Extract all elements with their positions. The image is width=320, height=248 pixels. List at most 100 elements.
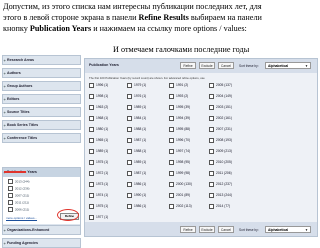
checkbox[interactable]	[8, 186, 13, 191]
year-option[interactable]: 2014 (77)	[209, 203, 253, 210]
panel-conference-titles[interactable]: Conference Titles	[2, 133, 81, 143]
year-option[interactable]: 1998 (95)	[169, 159, 213, 166]
year-option[interactable]: 2004 (149)	[209, 93, 253, 100]
checkbox[interactable]	[169, 82, 174, 88]
refine-button[interactable]: Refine	[180, 62, 196, 69]
year-option[interactable]: 2003 (151)	[209, 104, 253, 111]
checkbox[interactable]	[127, 137, 132, 143]
year-option[interactable]: 2007 (231)	[209, 126, 253, 133]
checkbox[interactable]	[127, 82, 132, 88]
checkbox[interactable]	[89, 159, 94, 165]
refine-button-bottom[interactable]: Refine	[180, 226, 196, 233]
year-option[interactable]: 1995 (39)	[169, 104, 213, 111]
year-option[interactable]: 1997 (74)	[169, 148, 213, 155]
checkbox[interactable]	[169, 137, 174, 143]
checkbox[interactable]	[127, 170, 132, 176]
panel-organizations-enhanced[interactable]: Organizations-Enhanced	[2, 225, 81, 235]
year-option[interactable]: 1987 (1)	[127, 170, 171, 177]
checkbox[interactable]	[169, 126, 174, 132]
year-option[interactable]: 2002 (161)	[209, 115, 253, 122]
checkbox[interactable]	[169, 115, 174, 121]
year-option[interactable]: 1988 (1)	[127, 148, 171, 155]
checkbox[interactable]	[127, 181, 132, 187]
checkbox[interactable]	[89, 137, 94, 143]
year-option[interactable]: 1996 (70)	[169, 137, 213, 144]
checkbox[interactable]	[8, 179, 13, 184]
checkbox[interactable]	[209, 159, 214, 165]
checkbox[interactable]	[89, 170, 94, 176]
year-option[interactable]: 2011 (206)	[209, 170, 253, 177]
year-option[interactable]: 2005 (137)	[209, 82, 253, 89]
year-option[interactable]: 2000 (130)	[169, 181, 213, 188]
exclude-button[interactable]: Exclude	[199, 62, 215, 69]
checkbox[interactable]	[89, 214, 94, 220]
checkbox[interactable]	[209, 192, 214, 198]
year-option[interactable]: 1991 (2)	[169, 82, 213, 89]
checkbox[interactable]	[8, 207, 13, 212]
cancel-button[interactable]: Cancel	[218, 62, 234, 69]
year-option[interactable]: 2001 (89)	[169, 192, 213, 199]
year-option[interactable]: 1986 (1)	[127, 203, 171, 210]
panel-authors[interactable]: Authors	[2, 68, 81, 78]
checkbox[interactable]	[89, 82, 94, 88]
year-option[interactable]: 2013 (244)	[209, 192, 253, 199]
checkbox[interactable]	[169, 159, 174, 165]
year-option[interactable]: 1990 (1)	[127, 192, 171, 199]
year-option[interactable]: 1988 (1)	[127, 126, 171, 133]
year-option[interactable]: 1989 (1)	[127, 104, 171, 111]
year-option[interactable]: 1976 (1)	[127, 93, 171, 100]
year-option[interactable]: 2013 (244)	[8, 179, 30, 184]
checkbox[interactable]	[89, 181, 94, 187]
panel-research-areas[interactable]: Research Areas	[2, 55, 81, 65]
year-option[interactable]: 1979 (1)	[127, 82, 171, 89]
checkbox[interactable]	[209, 104, 214, 110]
checkbox[interactable]	[209, 148, 214, 154]
year-option[interactable]: 1999 (98)	[169, 170, 213, 177]
checkbox[interactable]	[209, 82, 214, 88]
checkbox[interactable]	[169, 93, 174, 99]
checkbox[interactable]	[127, 148, 132, 154]
checkbox[interactable]	[127, 104, 132, 110]
checkbox[interactable]	[89, 93, 94, 99]
checkbox[interactable]	[169, 148, 174, 154]
year-option[interactable]: 2007 (211)	[8, 193, 29, 198]
checkbox[interactable]	[169, 203, 174, 209]
checkbox[interactable]	[209, 115, 214, 121]
year-option[interactable]: 1994 (39)	[169, 115, 213, 122]
checkbox[interactable]	[8, 200, 13, 205]
panel-editors[interactable]: Editors	[2, 94, 81, 104]
checkbox[interactable]	[169, 181, 174, 187]
checkbox[interactable]	[8, 193, 13, 198]
checkbox[interactable]	[89, 115, 94, 121]
year-option[interactable]: 1984 (1)	[127, 115, 171, 122]
checkbox[interactable]	[89, 192, 94, 198]
panel-source-titles[interactable]: Source Titles	[2, 107, 81, 117]
checkbox[interactable]	[209, 126, 214, 132]
checkbox[interactable]	[127, 203, 132, 209]
checkbox[interactable]	[89, 126, 94, 132]
year-option[interactable]: 2011 (211)	[8, 200, 29, 205]
checkbox[interactable]	[209, 170, 214, 176]
sort-select[interactable]: Alphabetical ▼	[265, 62, 311, 69]
checkbox[interactable]	[89, 148, 94, 154]
checkbox[interactable]	[127, 93, 132, 99]
checkbox[interactable]	[89, 104, 94, 110]
checkbox[interactable]	[89, 203, 94, 209]
year-option[interactable]: 1993 (2)	[169, 93, 213, 100]
checkbox[interactable]	[127, 192, 132, 198]
year-option[interactable]: 2009 (213)	[209, 148, 253, 155]
checkbox[interactable]	[127, 159, 132, 165]
year-option[interactable]: 2010 (205)	[209, 159, 253, 166]
year-option[interactable]: 1987 (1)	[127, 137, 171, 144]
panel-group-authors[interactable]: Group Authors	[2, 81, 81, 91]
more-options-link[interactable]: more options / values...	[6, 216, 37, 220]
year-option[interactable]: 1995 (88)	[169, 126, 213, 133]
year-option[interactable]: 2008 (193)	[209, 137, 253, 144]
year-option[interactable]: 1986 (1)	[127, 181, 171, 188]
checkbox[interactable]	[169, 104, 174, 110]
checkbox[interactable]	[209, 93, 214, 99]
year-option[interactable]: 1989 (1)	[127, 159, 171, 166]
panel-book-series-titles[interactable]: Book Series Titles	[2, 120, 81, 130]
year-option[interactable]: 2006 (211)	[8, 207, 29, 212]
checkbox[interactable]	[127, 126, 132, 132]
